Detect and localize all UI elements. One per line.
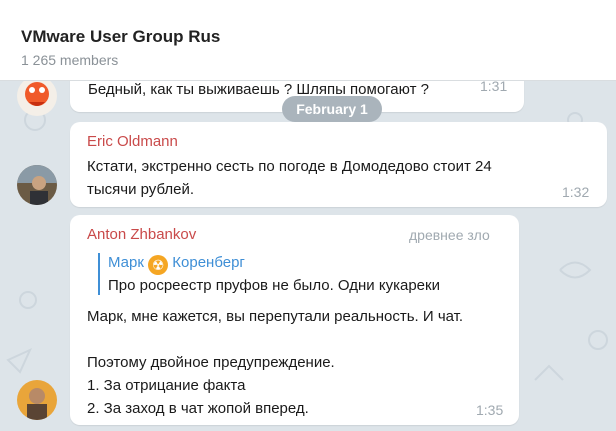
quote-author-first: Марк (108, 254, 144, 271)
sender-name[interactable]: Eric Oldmann (87, 133, 178, 150)
message-bubble[interactable]: Eric Oldmann Кстати, экстренно сесть по … (70, 122, 607, 207)
sender-name[interactable]: Anton Zhbankov (87, 226, 196, 243)
message-text: Марк, мне кажется, вы перепутали реально… (87, 308, 464, 417)
message-time: 1:35 (476, 402, 504, 418)
quote-text: Про росреестр пруфов не было. Одни кукар… (108, 277, 440, 294)
message-bubble[interactable]: Anton Zhbankov древнее зло Марк ☢ Коренб… (70, 215, 519, 425)
member-count: 1 265 members (21, 52, 119, 68)
message-list[interactable]: Бедный, как ты выживаешь ? Шляпы помогаю… (0, 80, 616, 431)
chat-title: VMware User Group Rus (21, 27, 221, 46)
message-time: 1:31 (480, 80, 508, 94)
message-text: Кстати, экстренно сесть по погоде в Домо… (87, 158, 492, 198)
message-text: Бедный, как ты выживаешь ? Шляпы помогаю… (88, 81, 429, 98)
avatar-eric-oldmann[interactable] (17, 165, 57, 205)
chat-header[interactable]: VMware User Group Rus 1 265 members (0, 0, 616, 81)
member-badge: древнее зло (409, 227, 490, 243)
date-separator: February 1 (282, 96, 382, 122)
reply-quote[interactable]: Марк ☢ Коренберг Про росреестр пруфов не… (98, 253, 440, 295)
avatar-photo (17, 165, 57, 205)
quote-author-last: Коренберг (172, 254, 245, 271)
message-time: 1:32 (562, 184, 590, 200)
avatar-anton-zhbankov[interactable] (17, 380, 57, 420)
radioactive-emoji-icon: ☢ (148, 255, 169, 275)
avatar-photo (17, 380, 57, 420)
